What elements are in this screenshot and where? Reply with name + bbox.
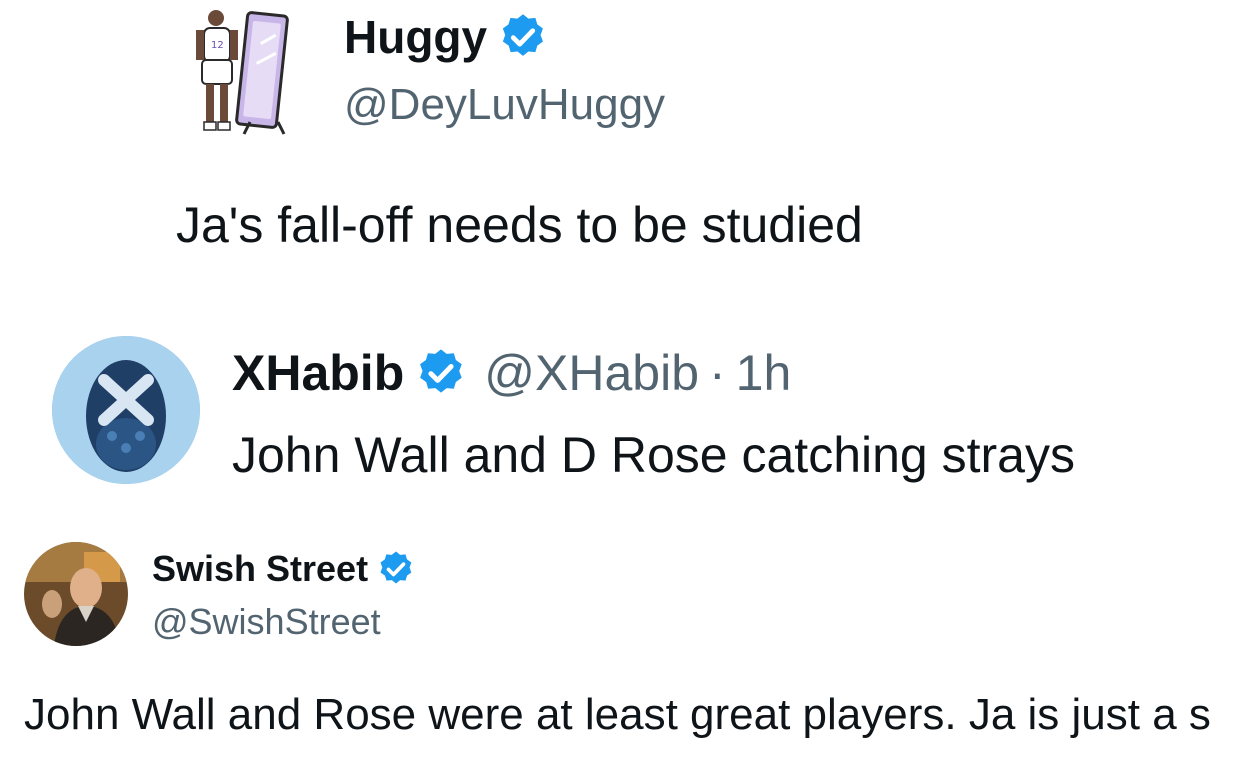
tweet-text: Ja's fall-off needs to be studied: [176, 197, 863, 253]
tweet-text: John Wall and D Rose catching strays: [232, 427, 1075, 483]
verified-badge-icon: [380, 551, 412, 584]
blue-statue-x-avatar-icon: [52, 336, 200, 484]
verified-badge-icon: [420, 349, 462, 393]
separator-dot: ·: [709, 345, 726, 401]
author-handle[interactable]: @DeyLuvHuggy: [344, 80, 665, 130]
author-name[interactable]: Swish Street: [152, 548, 368, 590]
author-name-row[interactable]: Swish Street: [152, 548, 416, 590]
author-handle[interactable]: @SwishStreet: [152, 601, 381, 643]
tweet-timestamp[interactable]: 1h: [736, 344, 792, 402]
avatar[interactable]: [24, 542, 128, 646]
tweet-text: John Wall and Rose were at least great p…: [24, 690, 1211, 739]
verified-badge-icon: [502, 14, 544, 56]
author-name[interactable]: Huggy: [344, 10, 487, 64]
avatar[interactable]: [52, 336, 200, 484]
author-handle[interactable]: @XHabib: [484, 344, 699, 402]
photo-avatar-icon: [24, 542, 128, 646]
author-name-row[interactable]: Huggy: [344, 10, 549, 64]
tweet-header: XHabib @XHabib · 1h: [232, 344, 791, 402]
avatar[interactable]: 12: [188, 4, 298, 136]
author-name[interactable]: XHabib: [232, 344, 404, 402]
svg-text:12: 12: [211, 40, 224, 51]
basketball-player-mirror-illustration-icon: 12: [196, 10, 289, 135]
